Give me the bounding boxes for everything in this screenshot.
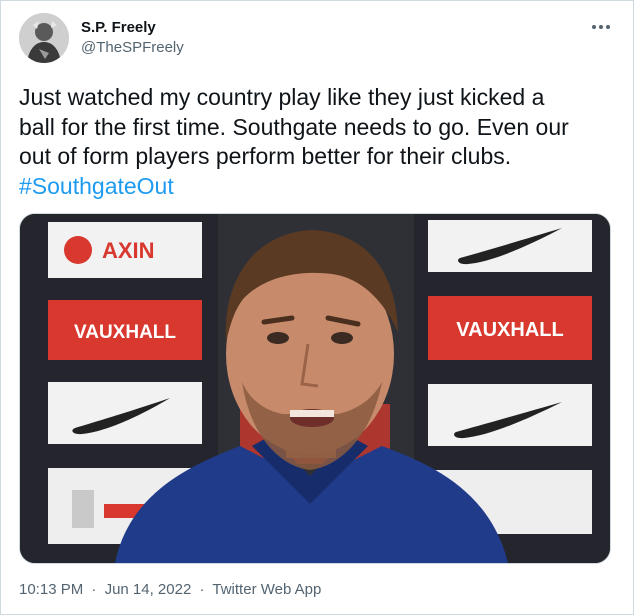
tweet-metadata: 10:13 PM · Jun 14, 2022 · Twitter Web Ap… [19, 581, 321, 598]
tweet-text-line: Just watched my country play like they j… [19, 84, 545, 110]
avatar-image [19, 13, 69, 63]
more-options-button[interactable] [589, 15, 613, 39]
sponsor-board [428, 384, 592, 446]
sponsor-logo-text: AXIN [102, 238, 155, 263]
sponsor-logo-text: VAUXHALL [74, 322, 176, 343]
author-name[interactable]: S.P. Freely [81, 19, 156, 36]
media-photo: AXIN VAUXHALL VAUXHALL [20, 214, 610, 563]
author-handle[interactable]: @TheSPFreely [81, 39, 184, 56]
hashtag-link[interactable]: #SouthgateOut [19, 172, 609, 202]
more-horizontal-icon [591, 25, 612, 29]
tweet-media[interactable]: AXIN VAUXHALL VAUXHALL [19, 213, 611, 564]
separator: · [199, 581, 205, 598]
tweet-card: S.P. Freely @TheSPFreely Just watched my… [0, 0, 634, 615]
tweet-text: Just watched my country play like they j… [19, 83, 609, 201]
tweet-time[interactable]: 10:13 PM [19, 581, 83, 598]
tweet-source[interactable]: Twitter Web App [212, 581, 321, 598]
separator: · [91, 581, 97, 598]
sponsor-logo-text: VAUXHALL [456, 319, 563, 341]
tweet-date[interactable]: Jun 14, 2022 [105, 581, 192, 598]
tweet-text-line: ball for the first time. Southgate needs… [19, 113, 569, 140]
avatar[interactable] [19, 13, 69, 63]
tweet-text-line: out of form players perform better for t… [19, 143, 512, 169]
